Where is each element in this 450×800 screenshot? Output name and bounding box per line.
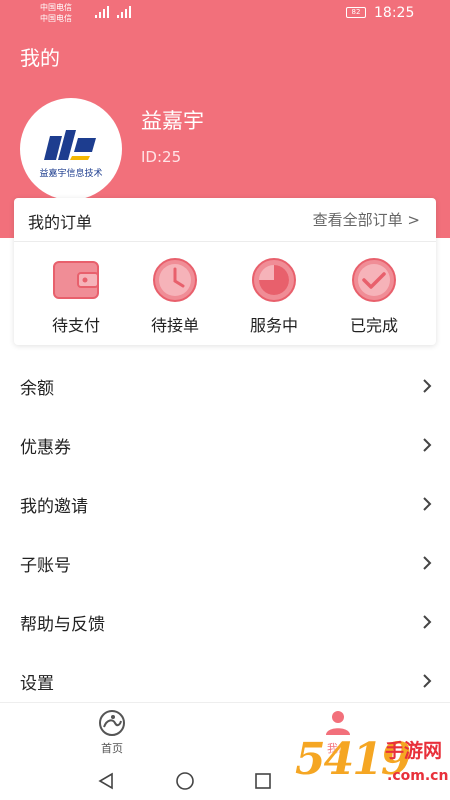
order-status-label: 已完成 xyxy=(349,316,398,335)
tab-mine[interactable]: 我的 xyxy=(298,709,378,756)
system-nav-bar xyxy=(0,760,450,800)
battery-icon: 82 xyxy=(346,7,366,18)
menu-item-help-feedback[interactable]: 帮助与反馈 xyxy=(0,592,450,651)
status-bar: 中国电信 中国电信 82 18:25 xyxy=(0,0,450,28)
order-section-title: 我的订单 xyxy=(28,213,93,232)
user-name: 益嘉宇 xyxy=(141,109,204,133)
order-status-awaiting-accept[interactable]: 待接单 xyxy=(135,256,215,336)
chevron-right-icon xyxy=(423,497,432,511)
chevron-right-icon xyxy=(423,438,432,452)
divider xyxy=(14,241,436,242)
check-circle-icon xyxy=(352,258,396,302)
page-title: 我的 xyxy=(20,46,60,70)
carrier-label-1: 中国电信 xyxy=(40,3,72,12)
menu-item-sub-accounts[interactable]: 子账号 xyxy=(0,533,450,592)
chevron-right-icon xyxy=(423,615,432,629)
order-status-completed[interactable]: 已完成 xyxy=(334,256,414,336)
carrier-label-2: 中国电信 xyxy=(40,14,72,23)
view-all-orders-link[interactable]: 查看全部订单 > xyxy=(313,209,420,230)
order-status-label: 待接单 xyxy=(150,316,199,335)
chevron-right-icon xyxy=(423,674,432,688)
menu-item-label: 余额 xyxy=(20,379,54,399)
avatar[interactable]: 益嘉宇信息技术 xyxy=(20,98,122,200)
recent-apps-icon[interactable] xyxy=(254,772,272,790)
menu-item-label: 子账号 xyxy=(20,556,71,576)
menu-item-coupons[interactable]: 优惠券 xyxy=(0,415,450,474)
signal-icon xyxy=(95,6,131,18)
menu-item-label: 优惠券 xyxy=(20,438,71,458)
menu-item-invitations[interactable]: 我的邀请 xyxy=(0,474,450,533)
user-icon xyxy=(326,711,350,735)
menu-item-label: 帮助与反馈 xyxy=(20,615,105,635)
home-circle-icon[interactable] xyxy=(175,771,195,791)
order-status-pending-payment[interactable]: 待支付 xyxy=(36,256,116,336)
menu-item-label: 设置 xyxy=(20,674,54,694)
wallet-icon xyxy=(53,261,99,299)
user-id: ID:25 xyxy=(141,148,182,166)
chevron-right-icon xyxy=(423,379,432,393)
settings-menu: 余额 优惠券 我的邀请 子账号 帮助与反馈 设置 xyxy=(0,356,450,710)
company-logo-icon: 益嘉宇信息技术 xyxy=(39,130,103,179)
order-status-in-service[interactable]: 服务中 xyxy=(234,256,314,336)
status-time: 18:25 xyxy=(374,5,415,21)
timer-icon xyxy=(252,258,296,302)
order-status-label: 待支付 xyxy=(51,316,100,335)
tab-label: 首页 xyxy=(101,742,123,755)
tab-home[interactable]: 首页 xyxy=(72,709,152,756)
logo-text: 益嘉宇信息技术 xyxy=(39,167,102,179)
tab-label: 我的 xyxy=(327,742,349,755)
menu-item-balance[interactable]: 余额 xyxy=(0,356,450,415)
menu-item-label: 我的邀请 xyxy=(20,497,88,517)
chevron-right-icon xyxy=(423,556,432,570)
back-icon[interactable] xyxy=(97,772,115,790)
bottom-tab-bar: 首页 我的 xyxy=(0,702,450,760)
home-icon xyxy=(99,710,125,736)
clock-icon xyxy=(153,258,197,302)
order-status-label: 服务中 xyxy=(249,316,298,335)
order-card: 我的订单 查看全部订单 > 待支付 待接单 服务中 已完成 xyxy=(14,198,436,345)
